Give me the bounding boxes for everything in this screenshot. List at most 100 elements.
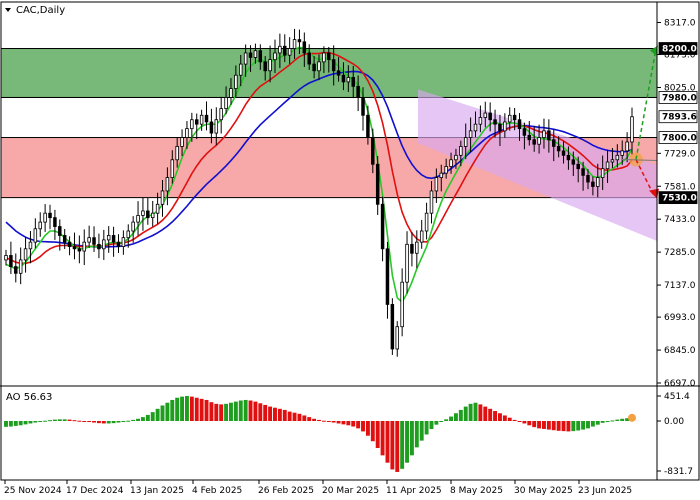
ao-bar	[238, 400, 243, 421]
candle-body-up	[405, 243, 409, 283]
ao-bar	[170, 399, 175, 421]
ao-bar	[605, 421, 610, 422]
ao-bar	[405, 421, 409, 463]
candle-body-up	[18, 259, 23, 274]
candle-body-down	[522, 128, 527, 136]
candle-body-up	[121, 237, 126, 247]
ao-bar	[542, 421, 546, 429]
ao-current-marker	[628, 413, 636, 422]
candle-body-up	[605, 161, 610, 170]
candle-body-up	[253, 50, 258, 58]
candle-body-up	[395, 326, 399, 350]
candle-body-up	[102, 239, 106, 250]
candle-body-up	[630, 116, 634, 143]
chart-canvas[interactable]: 8317.08173.08025.07729.07581.07433.07285…	[0, 0, 700, 500]
ao-bar	[356, 421, 361, 429]
candle-body-up	[23, 248, 28, 261]
candle-body-down	[14, 266, 18, 274]
ao-bar	[160, 405, 165, 421]
candle-body-up	[615, 154, 620, 161]
candle-body-up	[175, 146, 179, 161]
candle-body-down	[312, 63, 316, 72]
time-axis: 25 Nov 2024 17 Dec 2024 13 Jan 2025 4 Feb 2…	[4, 480, 632, 496]
ao-bar	[615, 419, 620, 421]
candle-body-up	[292, 39, 297, 49]
candle-body-up	[322, 52, 326, 63]
candle-body-down	[9, 255, 13, 268]
candle-body-up	[28, 241, 33, 250]
price-tick-label: 6697.0	[664, 379, 696, 389]
candle-body-up	[537, 137, 541, 145]
ao-bar	[400, 421, 405, 469]
candle-body-up	[43, 212, 47, 223]
ao-bar	[199, 398, 204, 421]
candle-body-down	[331, 59, 336, 72]
ao-bar	[268, 406, 273, 421]
candle-body-down	[561, 150, 566, 156]
candle-body-down	[410, 243, 414, 254]
price-tick-label: 6845.0	[664, 346, 696, 356]
candle-body-down	[586, 174, 590, 183]
ao-bar	[229, 402, 233, 421]
candle-body-down	[366, 114, 370, 138]
candle-body-down	[116, 241, 121, 247]
ao-bar	[365, 421, 370, 436]
ao-bar	[449, 416, 454, 421]
candle-body-up	[199, 114, 204, 125]
candle-body-down	[390, 304, 395, 350]
candle-body-up	[468, 130, 473, 138]
ao-bar	[395, 421, 400, 472]
candle-body-up	[273, 52, 277, 61]
ao-bar	[336, 421, 341, 424]
candle-body-up	[82, 241, 86, 252]
candle-body-up	[239, 63, 243, 76]
ao-bar	[92, 421, 96, 423]
time-tick-label: 8 May 2025	[450, 486, 503, 496]
ao-bar	[351, 421, 356, 427]
candle-body-up	[165, 177, 170, 192]
ao-bar	[546, 421, 551, 430]
candle-body-up	[160, 190, 165, 205]
ao-bar	[439, 421, 444, 422]
ao-bar	[576, 421, 581, 431]
price-label-text: 7893.6	[662, 113, 697, 123]
candle-body-up	[243, 52, 248, 65]
candle-body-up	[214, 119, 219, 134]
candle-body-down	[581, 168, 585, 176]
candle-body-up	[610, 159, 615, 163]
ao-bar	[13, 421, 18, 426]
ao-bar	[87, 421, 92, 422]
candle-body-down	[371, 137, 375, 165]
ao-bar	[131, 419, 136, 421]
candle-body-up	[126, 230, 131, 239]
candle-body-down	[77, 248, 82, 252]
price-labels: 8200.0 7980.0 7893.6 7800.0 7530.0	[658, 42, 698, 205]
candle-body-down	[591, 181, 595, 187]
time-tick-label: 26 Feb 2025	[258, 486, 314, 496]
ao-bar	[468, 403, 473, 421]
ao-bar	[595, 421, 600, 425]
candle-body-up	[507, 114, 512, 123]
ao-bar	[493, 411, 498, 421]
ao-bar	[72, 420, 77, 422]
ao-bar	[194, 397, 199, 421]
ao-bar	[214, 403, 219, 421]
candle-body-up	[185, 128, 189, 138]
candle-body-up	[419, 230, 424, 243]
candle-body-up	[439, 172, 444, 178]
ao-bar	[507, 417, 512, 421]
ao-bar	[586, 421, 590, 429]
ao-bar	[111, 421, 116, 424]
ao-tick-label: -831.7	[664, 467, 693, 477]
time-tick-label: 17 Dec 2024	[66, 486, 124, 496]
candle-body-up	[503, 121, 507, 132]
ao-bar	[434, 421, 439, 425]
candle-body-down	[336, 70, 341, 76]
ao-bar	[96, 421, 101, 424]
candle-body-up	[459, 146, 463, 156]
ao-bar	[253, 401, 258, 421]
candle-body-up	[155, 203, 160, 214]
ao-bar	[312, 418, 317, 421]
ao-bar	[52, 419, 57, 421]
candle-body-down	[283, 45, 287, 56]
